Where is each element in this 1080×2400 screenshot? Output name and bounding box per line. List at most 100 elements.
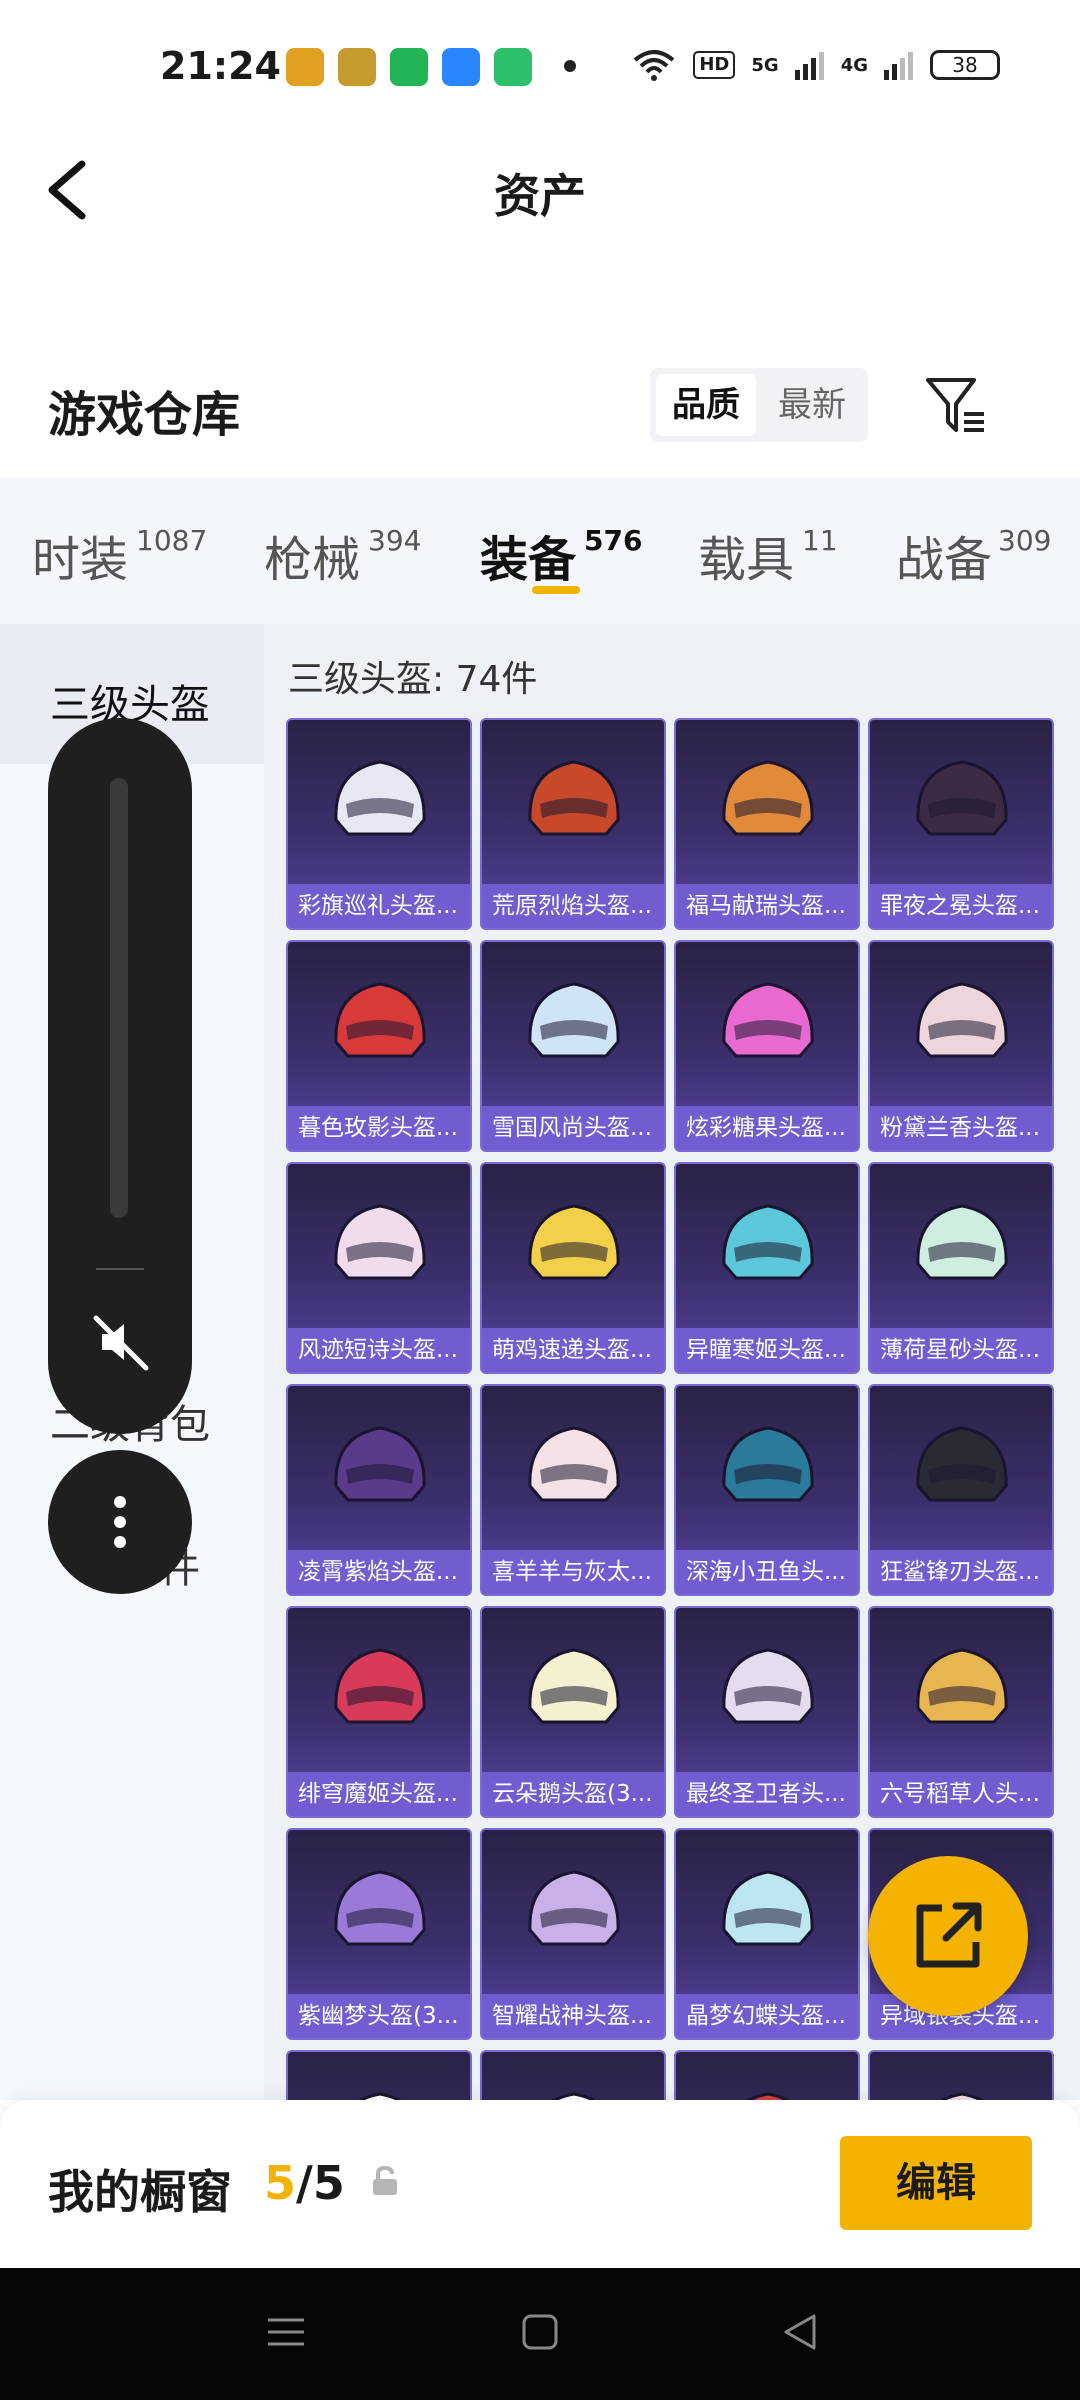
helmet-card-name: 罪夜之冕头盔... [870,884,1052,928]
tab-label: 战备 [896,532,993,588]
signal-bars-icon [884,52,913,80]
volume-slider[interactable] [110,778,128,1218]
tab-label: 时装 [32,532,129,588]
more-notifications-dot [564,60,576,72]
helmet-card-name: 智耀战神头盔... [482,1994,664,2038]
battery-icon: 38 [930,50,1000,80]
mute-icon[interactable] [88,1310,152,1374]
back-nav-icon[interactable] [776,2308,824,2356]
showcase-total-count: 5 [312,2156,345,2210]
helmet-card[interactable]: 荒原烈焰头盔... [480,718,666,930]
app-notification-icon [442,48,480,86]
filter-button[interactable] [920,370,990,440]
helmet-card[interactable]: 炫彩糖果头盔... [674,940,860,1152]
category-tabs: 时装 1087 枪械 394 装备 576 载具 11 战备 309 [0,478,1080,624]
helmet-card[interactable]: 凌霄紫焰头盔... [286,1384,472,1596]
grid-title: 三级头盔: 74件 [288,659,538,700]
helmet-card[interactable] [868,2050,1054,2100]
helmet-card[interactable]: 紫幽梦头盔(3... [286,1828,472,2040]
helmet-card[interactable]: 绯穹魔姬头盔... [286,1606,472,1818]
filter-icon [926,378,984,432]
helmet-card-name: 风迹短诗头盔... [288,1328,470,1372]
helmet-icon [528,760,620,836]
helmet-card[interactable]: 粉黛兰香头盔... [868,940,1054,1152]
tab-label: 装备 [480,532,577,588]
helmet-icon [552,2092,596,2100]
helmet-icon [916,760,1008,836]
more-options-button[interactable] [48,1450,192,1594]
showcase-count-separator: / [296,2156,313,2210]
app-notification-icon [338,48,376,86]
sort-option-newest[interactable]: 最新 [762,374,862,436]
signal-bars-icon [794,52,824,80]
helmet-card-name: 最终圣卫者头... [676,1772,858,1816]
helmet-icon [528,982,620,1058]
helmet-icon [916,1648,1008,1724]
tab-count: 394 [368,524,422,557]
tab-count: 11 [802,524,838,557]
active-tab-indicator [532,586,580,594]
helmet-card-name: 异瞳寒姬头盔... [676,1328,858,1372]
helmet-icon [334,1426,426,1502]
share-button[interactable] [868,1856,1028,2016]
helmet-card[interactable]: 暮色玫影头盔... [286,940,472,1152]
tab-count: 309 [998,524,1052,557]
helmet-card-name: 绯穹魔姬头盔... [288,1772,470,1816]
helmet-card[interactable] [480,2050,666,2100]
edit-button[interactable]: 编辑 [840,2136,1032,2230]
helmet-card[interactable]: 彩旗巡礼头盔... [286,718,472,930]
helmet-card[interactable]: 萌鸡速递头盔... [480,1162,666,1374]
app-notification-icon [494,48,532,86]
helmet-icon [940,2092,984,2100]
home-icon[interactable] [516,2308,564,2356]
helmet-card-name: 六号稻草人头... [870,1772,1052,1816]
helmet-card[interactable]: 风迹短诗头盔... [286,1162,472,1374]
sort-option-quality[interactable]: 品质 [656,374,756,436]
helmet-icon [916,1426,1008,1502]
helmet-card[interactable]: 异瞳寒姬头盔... [674,1162,860,1374]
app-notification-icon [390,48,428,86]
tab-label: 枪械 [264,532,361,588]
helmet-card-name: 紫幽梦头盔(3... [288,1994,470,2038]
helmet-card-name: 狂鲨锋刃头盔... [870,1550,1052,1594]
helmet-card[interactable]: 福马献瑞头盔... [674,718,860,930]
helmet-card[interactable] [286,2050,472,2100]
helmet-icon [722,1426,814,1502]
helmet-card[interactable]: 云朵鹅头盔(3... [480,1606,666,1818]
helmet-icon [334,760,426,836]
helmet-card[interactable]: 智耀战神头盔... [480,1828,666,2040]
helmet-icon [722,1204,814,1280]
helmet-card[interactable]: 六号稻草人头... [868,1606,1054,1818]
helmet-card[interactable]: 晶梦幻蝶头盔... [674,1828,860,2040]
hd-badge: HD [693,51,736,79]
helmet-card[interactable]: 深海小丑鱼头... [674,1384,860,1596]
helmet-icon [528,1426,620,1502]
helmet-card-name: 荒原烈焰头盔... [482,884,664,928]
helmet-icon [746,2092,790,2100]
helmet-card[interactable]: 薄荷星砂头盔... [868,1162,1054,1374]
helmet-card-name: 雪国风尚头盔... [482,1106,664,1150]
helmet-icon [334,1648,426,1724]
helmet-card[interactable]: 罪夜之冕头盔... [868,718,1054,930]
helmet-card-name: 粉黛兰香头盔... [870,1106,1052,1150]
helmet-card[interactable]: 雪国风尚头盔... [480,940,666,1152]
lock-icon [373,2165,397,2195]
helmet-card[interactable]: 最终圣卫者头... [674,1606,860,1818]
showcase-used-count: 5 [264,2156,297,2210]
helmet-icon [528,1648,620,1724]
helmet-card-name: 深海小丑鱼头... [676,1550,858,1594]
notification-icons [286,48,532,86]
showcase-panel: 我的橱窗 5/5 编辑 [0,2100,1080,2268]
showcase-label: 我的橱窗 [48,2165,232,2219]
helmet-card[interactable]: 喜羊羊与灰太... [480,1384,666,1596]
helmet-card[interactable] [674,2050,860,2100]
helmet-card-name: 萌鸡速递头盔... [482,1328,664,1372]
signal-4g-label: 4G [840,54,868,76]
helmet-card[interactable]: 狂鲨锋刃头盔... [868,1384,1054,1596]
status-time: 21:24 [160,44,281,88]
system-navigation-bar [0,2268,1080,2400]
status-indicators: HD 5G 4G 38 [631,48,1000,82]
tab-count: 1087 [136,524,208,557]
helmet-icon [528,1204,620,1280]
menu-icon[interactable] [262,2308,310,2356]
